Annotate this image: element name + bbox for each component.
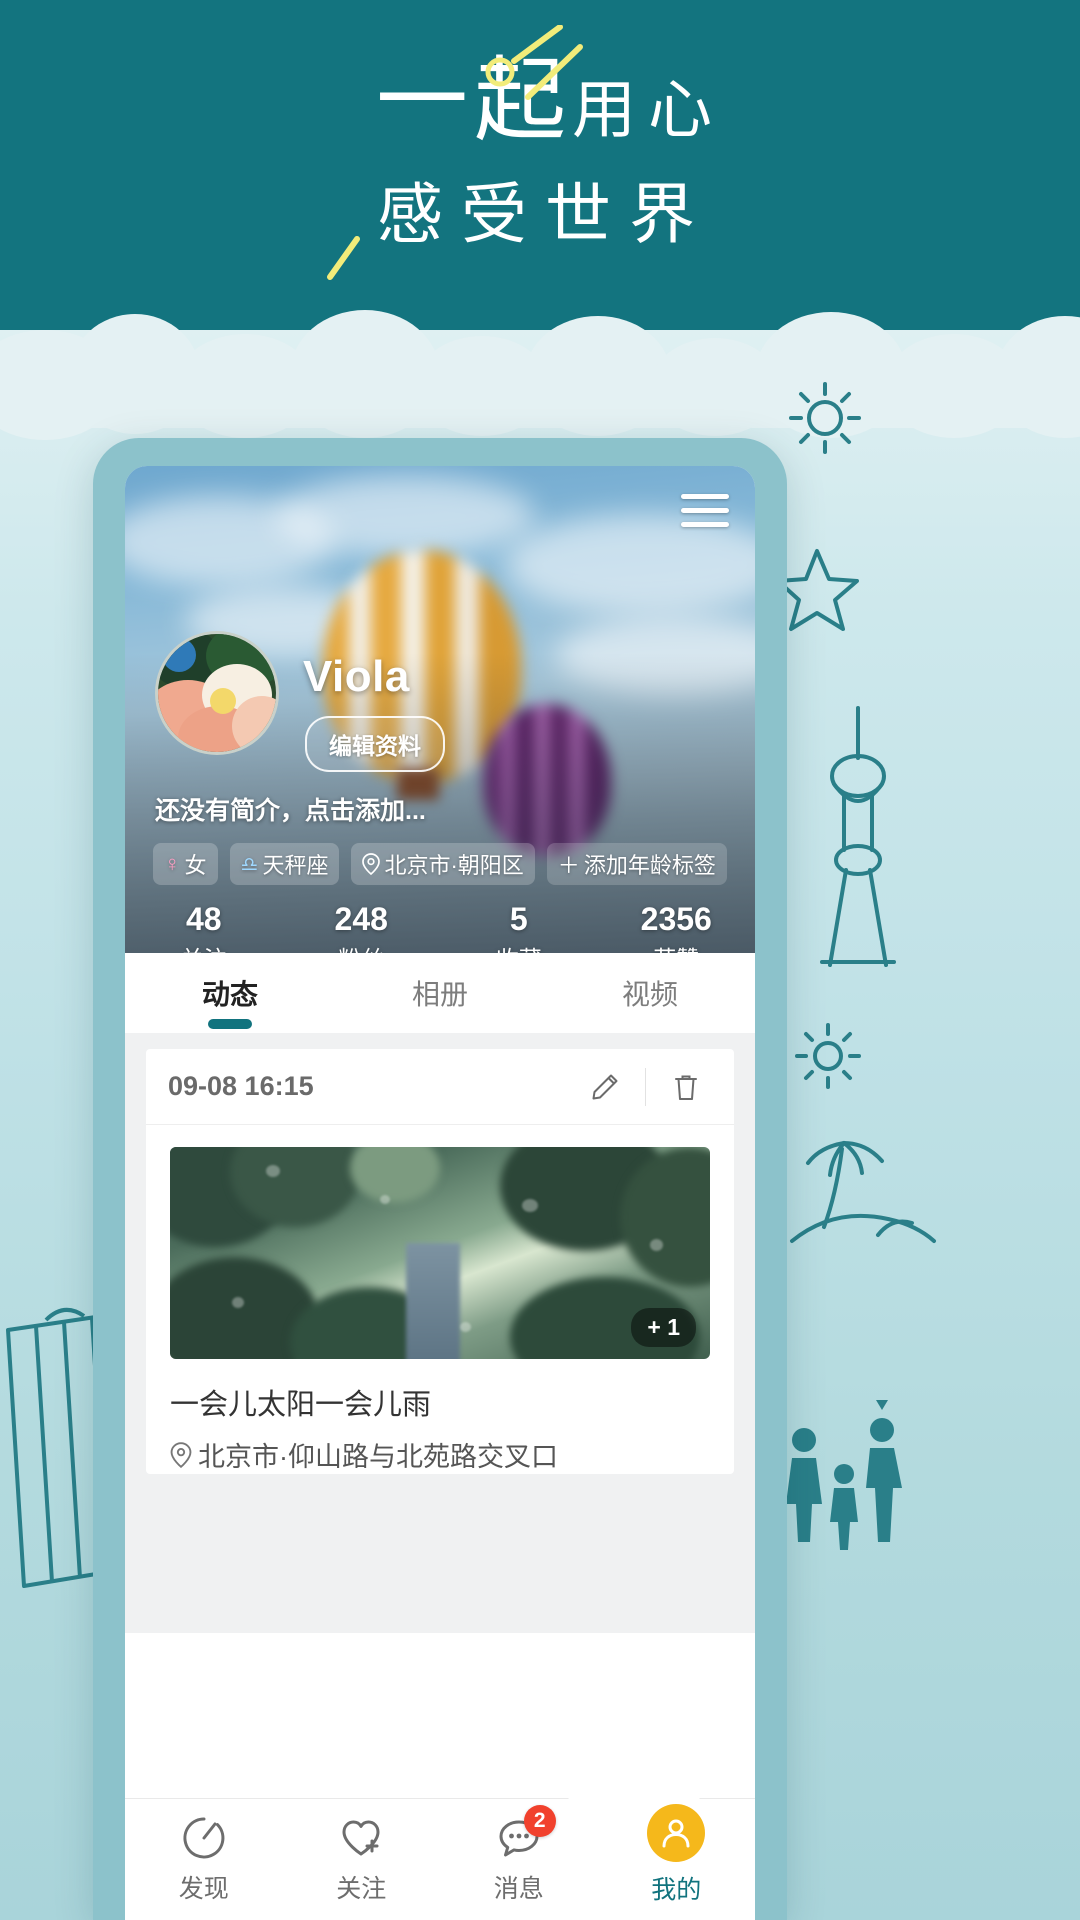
user-avatar-icon	[647, 1803, 706, 1862]
plus-icon: ＋	[557, 853, 580, 878]
tag-zodiac-label: 天秤座	[262, 853, 329, 878]
stat-likes-value: 2356	[640, 901, 712, 937]
libra-icon: ♎	[240, 853, 259, 876]
tab-moments[interactable]: 动态	[125, 973, 335, 1029]
tag-add-age-label: 添加年龄标签	[583, 853, 716, 878]
stat-likes-label: 获赞	[598, 940, 756, 953]
hamburger-menu-icon[interactable]	[681, 494, 729, 528]
compass-icon	[181, 1815, 227, 1861]
nav-item-discover-label: 发现	[178, 1874, 229, 1903]
spark-stroke-icon	[327, 236, 360, 280]
location-pin-icon	[170, 1441, 192, 1468]
nav-item-follow-label: 关注	[336, 1874, 387, 1903]
cloud-divider	[0, 300, 1080, 440]
profile-tag-row: ♀ 女 ♎ 天秤座 北京市·朝阳区 ＋ 添加年龄标签	[153, 843, 727, 885]
stat-collections-value: 5	[509, 901, 528, 937]
stat-following-label: 关注	[125, 940, 283, 953]
stat-followers-value: 248	[334, 901, 388, 937]
chat-bubble-icon: 2	[496, 1804, 556, 1861]
comet-sparkle-icon	[485, 25, 583, 100]
post-edit-button[interactable]	[579, 1063, 631, 1111]
tab-moments-label: 动态	[201, 979, 258, 1010]
stat-followers[interactable]: 248 粉丝	[283, 901, 441, 953]
nav-item-profile[interactable]: 我的	[598, 1803, 756, 1906]
tab-active-indicator	[208, 1019, 252, 1029]
post-location[interactable]: 北京市·仰山路与北苑路交叉口	[146, 1423, 734, 1474]
post-action-divider	[645, 1067, 646, 1106]
stat-likes[interactable]: 2356 获赞	[598, 901, 756, 953]
profile-cover-section: Viola 编辑资料 还没有简介，点击添加... ♀ 女 ♎ 天秤座 北京市·朝…	[125, 466, 755, 953]
avatar[interactable]	[155, 631, 279, 755]
post-caption: 一会儿太阳一会儿雨	[170, 1389, 432, 1421]
profile-username: Viola	[303, 652, 410, 701]
star-doodle-icon	[776, 549, 859, 631]
stat-following[interactable]: 48 关注	[125, 901, 283, 953]
stat-collections[interactable]: 5 收藏	[440, 901, 598, 953]
phone-screen: Viola 编辑资料 还没有简介，点击添加... ♀ 女 ♎ 天秤座 北京市·朝…	[125, 466, 755, 1920]
moments-feed: 09-08 16:15 + 1 一会儿太阳一会儿雨 北京市·仰山路与北苑路交叉口	[125, 1033, 755, 1633]
tag-zodiac[interactable]: ♎ 天秤座	[229, 843, 340, 885]
trash-icon	[675, 1075, 697, 1100]
profile-bio[interactable]: 还没有简介，点击添加...	[155, 791, 426, 827]
bottom-navigation-bar: 发现 关注 2 消息 我的	[125, 1765, 756, 1920]
nav-item-messages[interactable]: 2 消息	[440, 1804, 598, 1905]
messages-badge: 2	[523, 1804, 556, 1837]
nav-item-follow[interactable]: 关注	[283, 1815, 441, 1905]
tag-location[interactable]: 北京市·朝阳区	[351, 843, 535, 885]
post-card-header: 09-08 16:15	[146, 1049, 734, 1125]
stat-followers-label: 粉丝	[283, 940, 441, 953]
heart-plus-icon	[338, 1815, 384, 1861]
female-icon: ♀	[164, 851, 181, 876]
nav-item-profile-label: 我的	[651, 1875, 702, 1904]
tag-gender[interactable]: ♀ 女	[153, 843, 218, 885]
headline-line2: 感受世界	[377, 176, 713, 251]
promo-page: 一起用心 感受世界 Viola 编辑资料 还没有简介，点击添加... ♀ 女 ♎…	[0, 0, 1080, 1920]
palm-island-doodle-icon	[790, 1141, 936, 1243]
post-card: 09-08 16:15 + 1 一会儿太阳一会儿雨 北京市·仰山路与北苑路交叉口	[146, 1049, 734, 1474]
building-in-photo	[406, 1243, 460, 1359]
nav-item-messages-label: 消息	[493, 1874, 544, 1903]
post-location-label: 北京市·仰山路与北苑路交叉口	[198, 1442, 558, 1472]
tab-album[interactable]: 相册	[335, 973, 545, 1013]
stat-following-value: 48	[185, 901, 222, 937]
tab-video-label: 视频	[621, 979, 678, 1010]
stat-collections-label: 收藏	[440, 940, 598, 953]
location-pin-icon	[362, 853, 381, 875]
tower-doodle-icon	[820, 706, 896, 967]
tag-gender-label: 女	[184, 853, 207, 878]
sun-doodle-icon	[789, 382, 861, 454]
profile-tab-bar: 动态 相册 视频	[125, 953, 755, 1033]
nav-item-discover[interactable]: 发现	[125, 1815, 283, 1905]
tag-location-label: 北京市·朝阳区	[384, 853, 524, 878]
photo-count-badge: + 1	[631, 1308, 696, 1347]
phone-mockup-frame: Viola 编辑资料 还没有简介，点击添加... ♀ 女 ♎ 天秤座 北京市·朝…	[93, 438, 787, 1920]
sun-small-doodle-icon	[795, 1023, 861, 1089]
pencil-icon	[592, 1074, 618, 1099]
post-photo[interactable]: + 1	[170, 1147, 710, 1359]
post-delete-button[interactable]	[660, 1063, 712, 1111]
tab-album-label: 相册	[411, 979, 468, 1010]
tab-video[interactable]: 视频	[545, 973, 755, 1013]
profile-stats-row: 48 关注 248 粉丝 5 收藏 2356 获赞	[125, 901, 756, 953]
family-doodle-icon	[786, 1400, 902, 1550]
tag-add-age[interactable]: ＋ 添加年龄标签	[546, 843, 727, 885]
post-timestamp: 09-08 16:15	[168, 1071, 314, 1101]
edit-profile-button[interactable]: 编辑资料	[305, 716, 445, 772]
